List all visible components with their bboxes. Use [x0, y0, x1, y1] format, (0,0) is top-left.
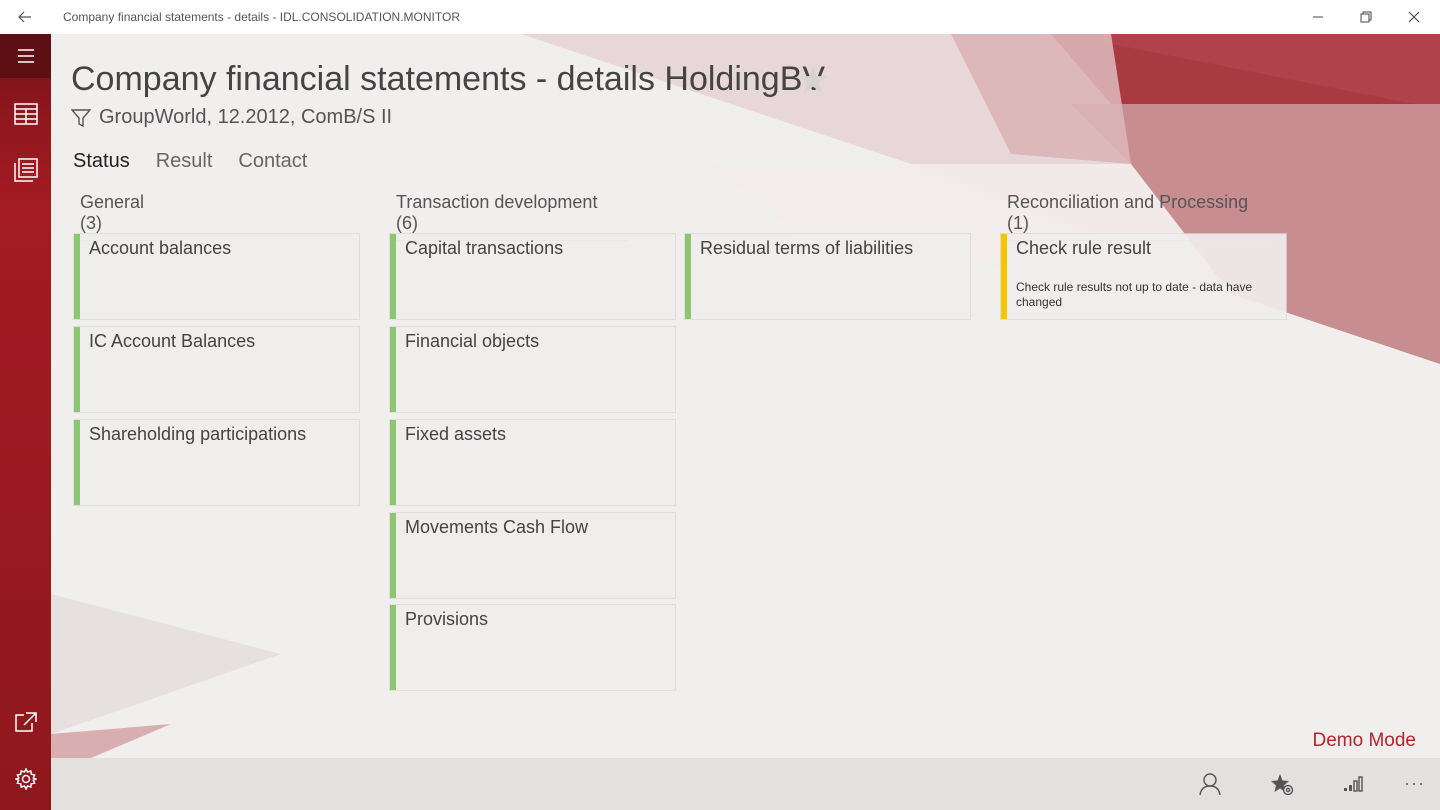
- more-button[interactable]: [1396, 766, 1432, 802]
- tile-shareholding-participations[interactable]: Shareholding participations: [74, 420, 359, 505]
- filter-text: GroupWorld, 12.2012, ComB/S II: [99, 106, 393, 128]
- close-icon: [1408, 11, 1420, 23]
- tile-ic-account-balances[interactable]: IC Account Balances: [74, 327, 359, 412]
- tab-status[interactable]: Status: [73, 150, 130, 173]
- tile-capital-transactions[interactable]: Capital transactions: [390, 234, 675, 319]
- more-icon: [1406, 783, 1422, 785]
- tile-title: Provisions: [405, 609, 489, 629]
- tile-title: Fixed assets: [405, 424, 507, 444]
- star-settings-icon: [1271, 774, 1294, 795]
- navigation-rail: [0, 34, 51, 810]
- tile-title: Financial objects: [405, 331, 540, 351]
- filter-summary[interactable]: GroupWorld, 12.2012, ComB/S II: [71, 106, 392, 129]
- tile-status-note: Check rule results not up to date - data…: [1016, 280, 1253, 309]
- demo-mode-label: Demo Mode: [1312, 730, 1417, 751]
- tab-contact[interactable]: Contact: [238, 150, 307, 173]
- tile-account-balances[interactable]: Account balances: [74, 234, 359, 319]
- page-title-text: Company financial statements - details: [71, 60, 655, 98]
- open-external-button[interactable]: [0, 700, 51, 744]
- dashboard-icon: [13, 103, 38, 125]
- reports-icon: [13, 158, 38, 182]
- restore-button[interactable]: [1342, 0, 1390, 34]
- back-button[interactable]: [0, 0, 50, 34]
- tab-bar: Status Result Contact: [73, 150, 307, 173]
- hamburger-icon: [17, 49, 34, 63]
- open-external-icon: [14, 712, 37, 732]
- tile-title: Check rule result: [1016, 238, 1152, 258]
- dashboard-button[interactable]: [0, 92, 51, 136]
- tile-provisions[interactable]: Provisions: [390, 605, 675, 690]
- tile-title: Movements Cash Flow: [405, 517, 589, 537]
- tile-movements-cash-flow[interactable]: Movements Cash Flow: [390, 513, 675, 598]
- tile-fixed-assets[interactable]: Fixed assets: [390, 420, 675, 505]
- tile-title: IC Account Balances: [89, 331, 256, 351]
- tile-title: Capital transactions: [405, 238, 564, 258]
- user-button[interactable]: [1192, 766, 1228, 802]
- user-icon: [1199, 773, 1221, 796]
- settings-button[interactable]: [0, 757, 51, 801]
- favorites-settings-button[interactable]: [1264, 766, 1300, 802]
- minimize-button[interactable]: [1294, 0, 1342, 34]
- tile-financial-objects[interactable]: Financial objects: [390, 327, 675, 412]
- reports-button[interactable]: [0, 148, 51, 192]
- main-content: Company financial statements - details H…: [51, 34, 1440, 810]
- close-button[interactable]: [1390, 0, 1438, 34]
- window-title: Company financial statements - details -…: [63, 10, 461, 24]
- star-icon[interactable]: ★: [796, 58, 830, 103]
- minimize-icon: [1313, 16, 1323, 18]
- gear-icon: [14, 768, 37, 790]
- tile-title: Account balances: [89, 238, 232, 258]
- signal-icon: [1344, 776, 1363, 792]
- tile-title: Shareholding participations: [89, 424, 307, 444]
- tile-check-rule-result[interactable]: Check rule result Check rule results not…: [1001, 234, 1286, 319]
- page-title: Company financial statements - details H…: [71, 60, 825, 99]
- command-bar: [51, 758, 1440, 810]
- tile-residual-terms-of-liabilities[interactable]: Residual terms of liabilities: [685, 234, 970, 319]
- window-title-bar: Company financial statements - details -…: [0, 0, 1440, 34]
- filter-icon: [71, 108, 91, 127]
- tile-title: Residual terms of liabilities: [700, 238, 914, 258]
- tab-result[interactable]: Result: [156, 150, 213, 173]
- menu-button[interactable]: [0, 34, 51, 78]
- signal-button[interactable]: [1335, 766, 1371, 802]
- back-arrow-icon: [18, 11, 31, 23]
- restore-icon: [1360, 11, 1372, 23]
